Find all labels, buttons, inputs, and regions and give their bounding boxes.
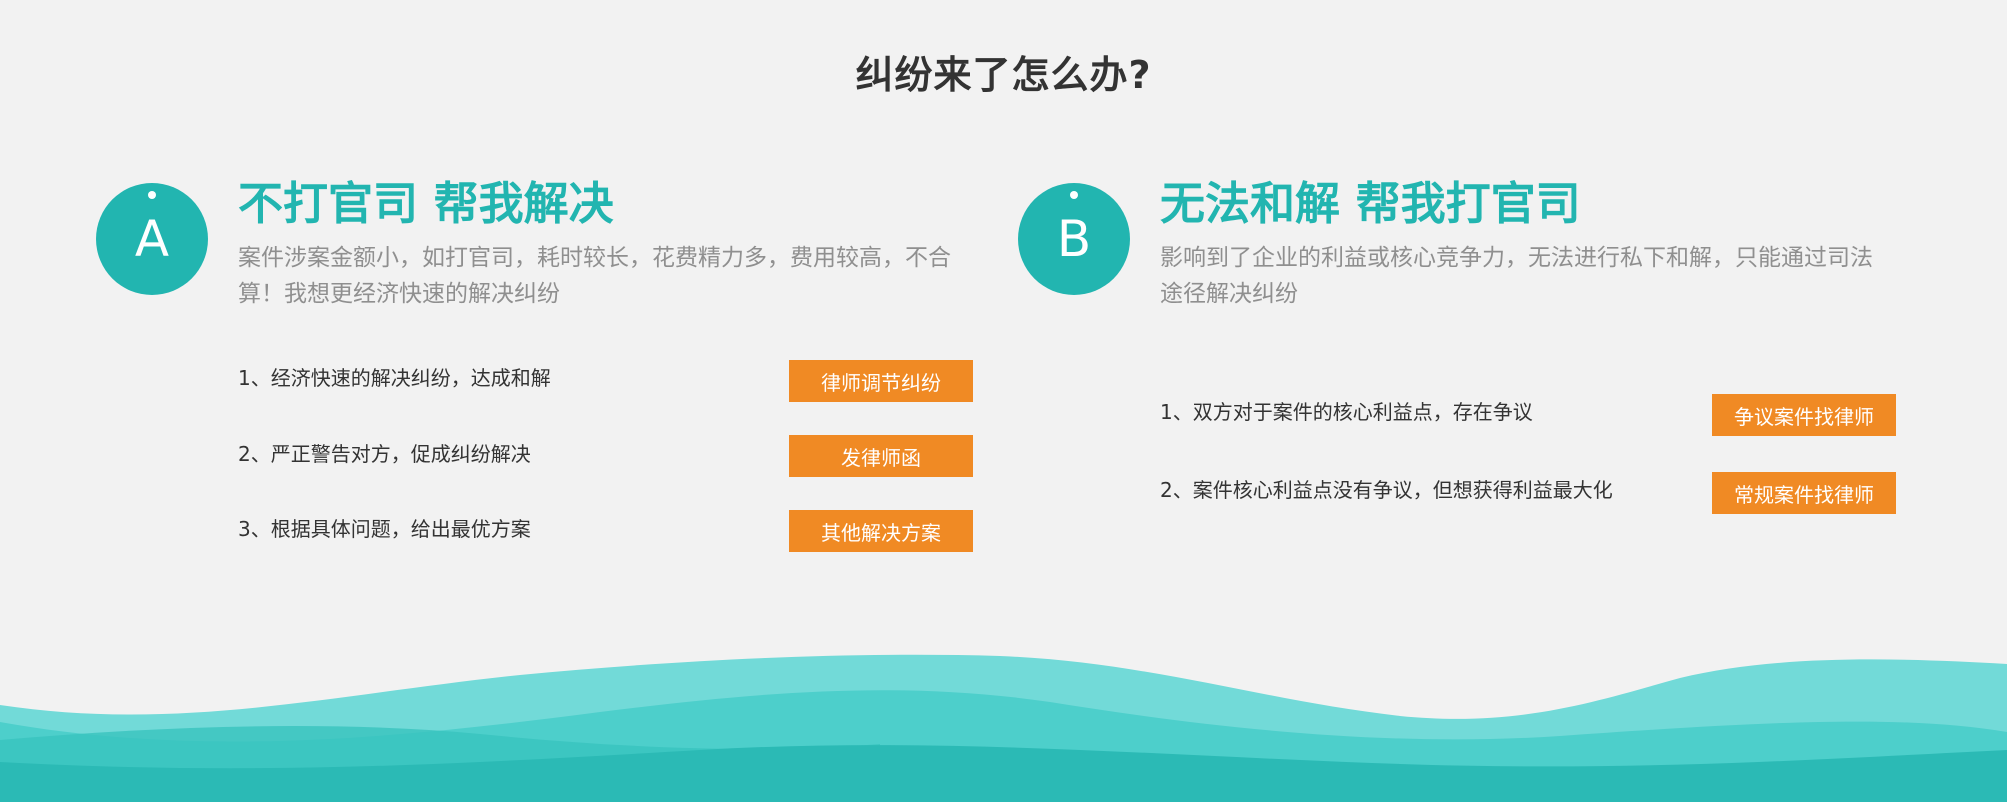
send-lawyer-letter-button[interactable]: 发律师函 <box>789 435 973 477</box>
other-solutions-button[interactable]: 其他解决方案 <box>789 510 973 552</box>
option-b-heading: 无法和解 帮我打官司 <box>1160 177 1581 230</box>
option-a-description: 案件涉案金额小，如打官司，耗时较长，花费精力多，费用较高，不合算！我想更经济快速… <box>238 245 951 307</box>
option-a-badge: A <box>96 183 208 295</box>
page-title: 纠纷来了怎么办? <box>855 53 1152 97</box>
regular-case-lawyer-button[interactable]: 常规案件找律师 <box>1712 472 1896 514</box>
option-a-item-1-text: 1、经济快速的解决纠纷，达成和解 <box>238 366 551 390</box>
disputed-case-lawyer-button[interactable]: 争议案件找律师 <box>1712 394 1896 436</box>
badge-letter: B <box>1056 210 1092 268</box>
option-a-item-2-text: 2、严正警告对方，促成纠纷解决 <box>238 442 531 466</box>
option-b-badge: B <box>1018 183 1130 295</box>
badge-dot <box>1070 191 1078 199</box>
badge-letter: A <box>134 210 170 268</box>
option-b-item-2-text: 2、案件核心利益点没有争议，但想获得利益最大化 <box>1160 478 1613 502</box>
option-b-description: 影响到了企业的利益或核心竞争力，无法进行私下和解，只能通过司法途径解决纠纷 <box>1160 245 1873 307</box>
option-b-item-1-text: 1、双方对于案件的核心利益点，存在争议 <box>1160 400 1533 424</box>
badge-dot <box>148 191 156 199</box>
mediate-dispute-button[interactable]: 律师调节纠纷 <box>789 360 973 402</box>
option-a-item-3-text: 3、根据具体问题，给出最优方案 <box>238 517 531 541</box>
decorative-waves <box>0 654 2007 802</box>
option-a-heading: 不打官司 帮我解决 <box>238 177 614 230</box>
